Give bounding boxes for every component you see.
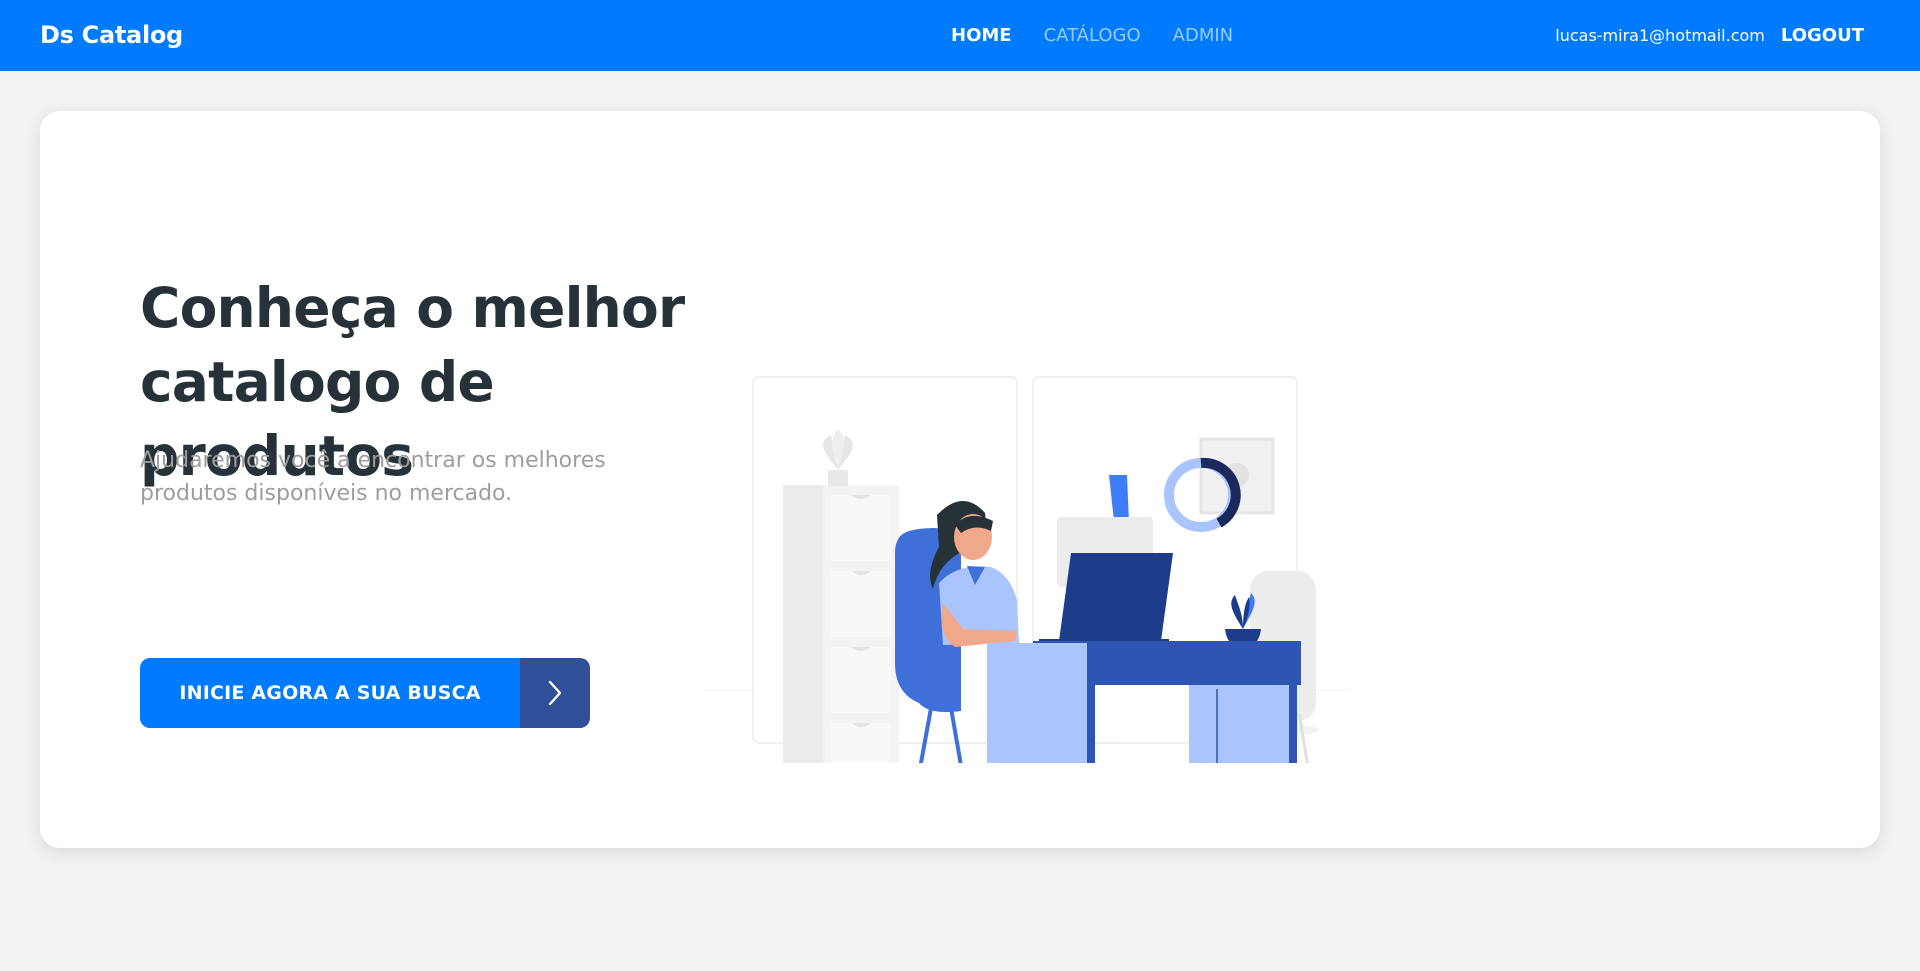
nav-home[interactable]: HOME xyxy=(951,25,1012,46)
shelf-side xyxy=(783,485,823,763)
desk-left-block xyxy=(987,643,1095,763)
hero-title-line-1: Conheça o melhor xyxy=(140,276,685,340)
chevron-right-icon xyxy=(520,658,590,728)
hero-subtitle-line-1: Ajudaremos você a encontrar os melhores xyxy=(140,448,606,473)
shelf-plant-pot xyxy=(828,470,848,486)
start-search-label: INICIE AGORA A SUA BUSCA xyxy=(140,658,520,728)
brand-logo[interactable]: Ds Catalog xyxy=(40,0,183,71)
logout-button[interactable]: LOGOUT xyxy=(1781,25,1864,46)
user-email: lucas-mira1@hotmail.com xyxy=(1555,26,1765,45)
nav-user-area: lucas-mira1@hotmail.com LOGOUT xyxy=(1555,0,1864,71)
desk-right-block xyxy=(1189,685,1293,763)
hero-subtitle-line-2: produtos disponíveis no mercado. xyxy=(140,481,513,506)
nav-admin[interactable]: ADMIN xyxy=(1173,25,1233,46)
home-illustration xyxy=(704,376,1349,763)
hero-subtitle: Ajudaremos você a encontrar os melhores … xyxy=(140,444,640,510)
laptop-screen xyxy=(1059,553,1173,641)
home-card: Conheça o melhor catalogo de produtos Aj… xyxy=(40,111,1880,848)
nav-catalog[interactable]: CATÁLOGO xyxy=(1044,25,1141,46)
nav-links: HOME CATÁLOGO ADMIN xyxy=(951,0,1233,71)
navbar: Ds Catalog HOME CATÁLOGO ADMIN lucas-mir… xyxy=(0,0,1920,71)
start-search-button[interactable]: INICIE AGORA A SUA BUSCA xyxy=(140,658,590,728)
